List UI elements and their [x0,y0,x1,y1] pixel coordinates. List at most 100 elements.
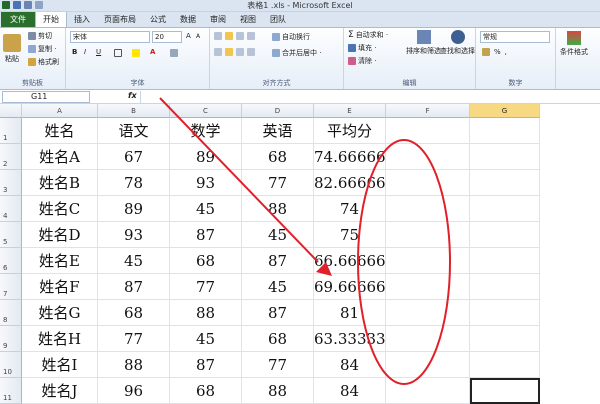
cell-f1[interactable] [386,118,470,144]
cell-b9[interactable]: 77 [98,326,170,352]
tab-home[interactable]: 开始 [35,11,67,27]
cell-g11[interactable] [470,378,540,404]
phonetic-icon[interactable] [170,49,178,57]
cell-f7[interactable] [386,274,470,300]
cell-f5[interactable] [386,222,470,248]
cell-e10[interactable]: 84 [314,352,386,378]
align-left-icon[interactable] [214,48,222,56]
paste-button[interactable]: 粘贴 [3,34,21,64]
cell-g2[interactable] [470,144,540,170]
underline-button[interactable]: U [96,48,101,56]
cell-c6[interactable]: 68 [170,248,242,274]
tab-page-layout[interactable]: 页面布局 [97,12,143,27]
cell-g8[interactable] [470,300,540,326]
font-grow-icon[interactable]: A [186,32,191,40]
row-header[interactable]: 9 [0,326,22,352]
number-format-select[interactable]: 常规 [480,31,550,43]
column-header-d[interactable]: D [242,104,314,118]
tab-formulas[interactable]: 公式 [143,12,173,27]
align-top-icon[interactable] [214,32,222,40]
indent-icon[interactable] [247,48,255,56]
cell-c11[interactable]: 68 [170,378,242,404]
cell-f4[interactable] [386,196,470,222]
cell-e1[interactable]: 平均分 [314,118,386,144]
row-header[interactable]: 1 [0,118,22,144]
percent-icon[interactable]: % [494,48,501,56]
cell-e11[interactable]: 84 [314,378,386,404]
cell-g7[interactable] [470,274,540,300]
cell-a6[interactable]: 姓名E [22,248,98,274]
cell-a8[interactable]: 姓名G [22,300,98,326]
number-buttons[interactable]: % , [482,48,507,56]
cell-c1[interactable]: 数学 [170,118,242,144]
column-header-f[interactable]: F [386,104,470,118]
copy-button[interactable]: 复制 · [28,44,56,54]
row-header[interactable]: 11 [0,378,22,404]
formula-input[interactable] [140,91,600,103]
name-box[interactable]: G11 [2,91,90,103]
cell-c5[interactable]: 87 [170,222,242,248]
cell-e7[interactable]: 69.666667 [314,274,386,300]
align-right-icon[interactable] [236,48,244,56]
cell-a7[interactable]: 姓名F [22,274,98,300]
cell-d4[interactable]: 88 [242,196,314,222]
font-shrink-icon[interactable]: A [196,33,200,40]
currency-icon[interactable] [482,48,490,56]
fill-color-icon[interactable] [132,49,140,57]
cell-g9[interactable] [470,326,540,352]
cell-e2[interactable]: 74.666667 [314,144,386,170]
italic-button[interactable]: I [84,48,86,56]
cell-b1[interactable]: 语文 [98,118,170,144]
font-name-select[interactable]: 宋体 [70,31,150,43]
cell-d7[interactable]: 45 [242,274,314,300]
font-color-icon[interactable]: A [150,48,155,56]
fx-icon[interactable]: fx [128,91,137,100]
find-select-button[interactable]: 查找和选择 [440,30,475,56]
tab-data[interactable]: 数据 [173,12,203,27]
wrap-text-button[interactable]: 自动换行 [272,32,310,42]
cell-e8[interactable]: 81 [314,300,386,326]
horizontal-align-buttons[interactable] [214,48,255,56]
row-header[interactable]: 10 [0,352,22,378]
tab-insert[interactable]: 插入 [67,12,97,27]
cell-a5[interactable]: 姓名D [22,222,98,248]
tab-review[interactable]: 审阅 [203,12,233,27]
row-header[interactable]: 7 [0,274,22,300]
cell-c2[interactable]: 89 [170,144,242,170]
cell-e3[interactable]: 82.666667 [314,170,386,196]
format-painter-button[interactable]: 格式刷 [28,57,59,67]
cell-b6[interactable]: 45 [98,248,170,274]
cell-d8[interactable]: 87 [242,300,314,326]
clear-button[interactable]: 清除 · [348,56,376,66]
cell-f11[interactable] [386,378,470,404]
autosum-button[interactable]: Σ 自动求和 · [348,30,388,40]
cell-c3[interactable]: 93 [170,170,242,196]
cell-f9[interactable] [386,326,470,352]
row-header[interactable]: 4 [0,196,22,222]
align-bottom-icon[interactable] [236,32,244,40]
comma-icon[interactable]: , [505,48,507,56]
column-header-e[interactable]: E [314,104,386,118]
cell-b11[interactable]: 96 [98,378,170,404]
cell-d10[interactable]: 77 [242,352,314,378]
cell-e5[interactable]: 75 [314,222,386,248]
cell-c10[interactable]: 87 [170,352,242,378]
cell-b3[interactable]: 78 [98,170,170,196]
cell-b8[interactable]: 68 [98,300,170,326]
cell-g3[interactable] [470,170,540,196]
cell-c4[interactable]: 45 [170,196,242,222]
fill-button[interactable]: 填充 · [348,43,376,53]
cell-g1[interactable] [470,118,540,144]
cell-c8[interactable]: 88 [170,300,242,326]
cell-e6[interactable]: 66.666667 [314,248,386,274]
cell-a9[interactable]: 姓名H [22,326,98,352]
cell-a11[interactable]: 姓名J [22,378,98,404]
cell-d3[interactable]: 77 [242,170,314,196]
row-header[interactable]: 6 [0,248,22,274]
spreadsheet-grid[interactable]: ABCDEFG1姓名语文数学英语平均分2姓名A67896874.6666673姓… [0,104,600,404]
cut-button[interactable]: 剪切 [28,31,52,41]
cell-f6[interactable] [386,248,470,274]
border-icon[interactable] [114,49,122,57]
select-all-corner[interactable] [0,104,22,118]
sort-filter-button[interactable]: 排序和筛选 [406,30,441,56]
